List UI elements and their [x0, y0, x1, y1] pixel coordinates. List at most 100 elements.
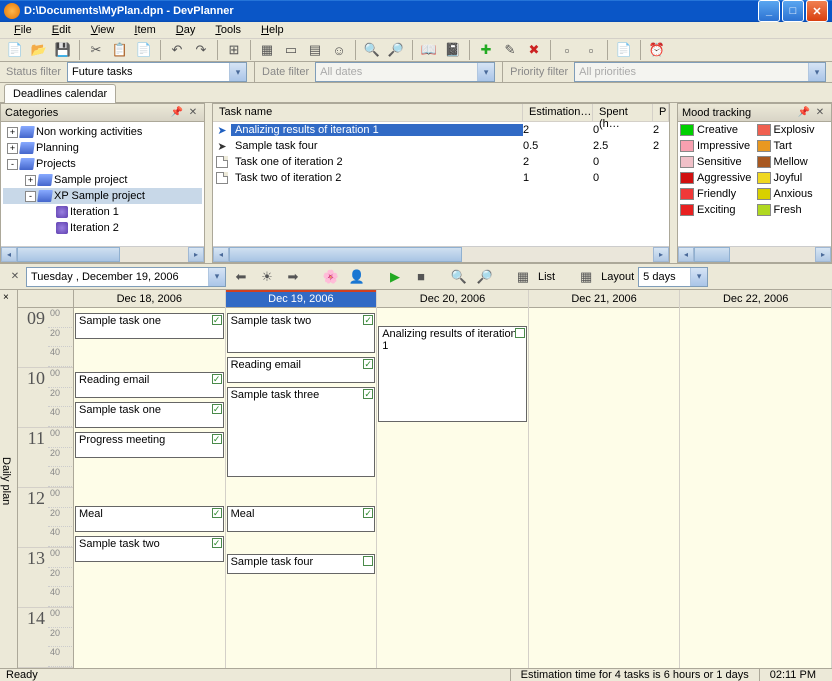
expander-icon[interactable]: - — [25, 191, 36, 202]
mood-item[interactable]: Sensitive — [678, 154, 755, 170]
chevron-down-icon[interactable]: ▾ — [808, 63, 825, 81]
col-taskname[interactable]: Task name — [213, 104, 523, 121]
day-body[interactable]: Sample task two✓ Reading email✓ Sample tas… — [226, 308, 377, 668]
event-checkbox[interactable]: ✓ — [212, 374, 222, 384]
event-checkbox[interactable]: ✓ — [212, 508, 222, 518]
minimize-button[interactable]: _ — [758, 0, 780, 22]
menu-help[interactable]: Help — [253, 22, 292, 38]
scrollbar[interactable]: ◂▸ — [213, 246, 669, 262]
book2-icon[interactable]: 📓 — [442, 39, 464, 61]
day-column[interactable]: Dec 22, 2006 — [680, 290, 832, 668]
calendar-event[interactable]: Reading email✓ — [75, 372, 224, 398]
list-label[interactable]: List — [538, 271, 555, 283]
calendar-event[interactable]: Sample task two✓ — [75, 536, 224, 562]
close-icon[interactable]: ✕ — [186, 106, 200, 120]
task-row[interactable]: Task one of iteration 220 — [213, 154, 669, 170]
stop-icon[interactable]: ■ — [410, 266, 432, 288]
menu-view[interactable]: View — [83, 22, 123, 38]
day-header[interactable]: Dec 21, 2006 — [529, 290, 680, 308]
expander-icon[interactable]: + — [25, 175, 36, 186]
mood-item[interactable]: Joyful — [755, 170, 832, 186]
daily-plan-tab[interactable]: Daily plan — [0, 290, 18, 668]
play-icon[interactable]: ▶ — [384, 266, 406, 288]
book-icon[interactable]: 📖 — [418, 39, 440, 61]
calendar-event[interactable]: Sample task four — [227, 554, 376, 574]
day-body[interactable] — [529, 308, 680, 668]
calendar-event[interactable]: Sample task three✓ — [227, 387, 376, 477]
expander-icon[interactable]: + — [7, 127, 18, 138]
delete-icon[interactable]: ✖ — [523, 39, 545, 61]
calendar-event[interactable]: Progress meeting✓ — [75, 432, 224, 458]
expander-icon[interactable]: - — [7, 159, 18, 170]
tree-item[interactable]: +Planning — [3, 140, 202, 156]
sun-icon[interactable]: ☀ — [256, 266, 278, 288]
chevron-down-icon[interactable]: ▾ — [477, 63, 494, 81]
scrollbar[interactable]: ◂▸ — [678, 246, 831, 262]
flower-icon[interactable]: 🌸 — [320, 266, 342, 288]
tree-item[interactable]: +Non working activities — [3, 124, 202, 140]
mood-item[interactable]: Fresh — [755, 202, 832, 218]
day-header[interactable]: Dec 22, 2006 — [680, 290, 831, 308]
menu-day[interactable]: Day — [168, 22, 204, 38]
menu-edit[interactable]: Edit — [44, 22, 79, 38]
scrollbar[interactable]: ◂▸ — [1, 246, 204, 262]
view1-icon[interactable]: ▦ — [256, 39, 278, 61]
col-spent[interactable]: Spent (h… — [593, 104, 653, 121]
list-icon[interactable]: ▦ — [512, 266, 534, 288]
event-checkbox[interactable]: ✓ — [363, 389, 373, 399]
date-picker[interactable]: Tuesday , December 19, 2006▾ — [26, 267, 226, 287]
pin-icon[interactable]: 📌 — [170, 106, 184, 120]
col-p[interactable]: P — [653, 104, 669, 121]
zoom-out-icon[interactable]: 🔎 — [385, 39, 407, 61]
pin-icon[interactable]: 📌 — [797, 106, 811, 120]
zoom-in-icon[interactable]: 🔍 — [361, 39, 383, 61]
task-row[interactable]: Task two of iteration 210 — [213, 170, 669, 186]
task1-icon[interactable]: ▫ — [556, 39, 578, 61]
tree-item[interactable]: -Projects — [3, 156, 202, 172]
edit-icon[interactable]: ✎ — [499, 39, 521, 61]
calendar-event[interactable]: Sample task one✓ — [75, 313, 224, 339]
smiley-icon[interactable]: ☺ — [328, 39, 350, 61]
tree-item[interactable]: Iteration 1 — [3, 204, 202, 220]
layout-icon[interactable]: ▦ — [575, 266, 597, 288]
close-button[interactable]: ✕ — [806, 0, 828, 22]
chevron-down-icon[interactable]: ▾ — [208, 268, 225, 286]
tree-item[interactable]: Iteration 2 — [3, 220, 202, 236]
event-checkbox[interactable]: ✓ — [212, 315, 222, 325]
calendar-event[interactable]: Sample task one✓ — [75, 402, 224, 428]
paste-icon[interactable]: 📄 — [133, 39, 155, 61]
save-icon[interactable]: 💾 — [52, 39, 74, 61]
mood-item[interactable]: Impressive — [678, 138, 755, 154]
layout-label[interactable]: Layout — [601, 271, 634, 283]
event-checkbox[interactable]: ✓ — [363, 359, 373, 369]
add-icon[interactable]: ✚ — [475, 39, 497, 61]
menu-item[interactable]: Item — [126, 22, 163, 38]
chevron-down-icon[interactable]: ▾ — [690, 268, 707, 286]
next-icon[interactable]: ➡ — [282, 266, 304, 288]
day-column[interactable]: Dec 21, 2006 — [529, 290, 681, 668]
calendar-event[interactable]: Sample task two✓ — [227, 313, 376, 353]
tab-deadlines[interactable]: Deadlines calendar — [4, 84, 116, 103]
day-column[interactable]: Dec 19, 2006Sample task two✓Reading emai… — [226, 290, 378, 668]
mood-item[interactable]: Mellow — [755, 154, 832, 170]
calendar-event[interactable]: Reading email✓ — [227, 357, 376, 383]
calendar-event[interactable]: Analizing results of iteration 1 — [378, 326, 527, 422]
close-icon[interactable]: ✕ — [813, 106, 827, 120]
copy-icon[interactable]: 📋 — [109, 39, 131, 61]
categories-tree[interactable]: +Non working activities+Planning-Project… — [1, 122, 204, 246]
report-icon[interactable]: 📄 — [613, 39, 635, 61]
task-row[interactable]: ➤Sample task four0.52.52 — [213, 138, 669, 154]
day-column[interactable]: Dec 20, 2006 Analizing results of iterati… — [377, 290, 529, 668]
date-filter-combo[interactable]: All dates▾ — [315, 62, 495, 82]
event-checkbox[interactable] — [515, 328, 525, 338]
event-checkbox[interactable]: ✓ — [363, 315, 373, 325]
prev-icon[interactable]: ⬅ — [230, 266, 252, 288]
day-header[interactable]: Dec 20, 2006 — [377, 290, 528, 308]
day-body[interactable]: Sample task one✓ Reading email✓ Sample tas… — [74, 308, 225, 668]
menu-file[interactable]: File — [6, 22, 40, 38]
day-body[interactable] — [680, 308, 831, 668]
priority-filter-combo[interactable]: All priorities▾ — [574, 62, 826, 82]
tree-item[interactable]: -XP Sample project — [3, 188, 202, 204]
status-filter-combo[interactable]: Future tasks▾ — [67, 62, 247, 82]
undo-icon[interactable]: ↶ — [166, 39, 188, 61]
